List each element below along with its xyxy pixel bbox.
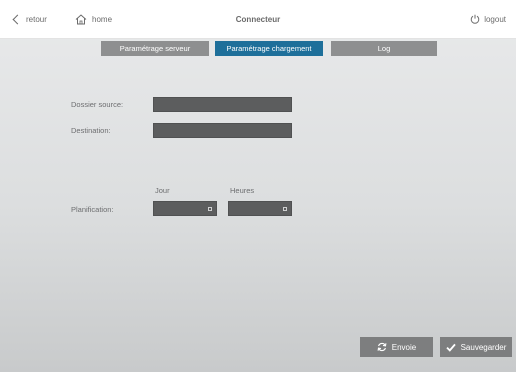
day-header: Jour (155, 186, 170, 195)
home-label: home (92, 14, 113, 24)
send-button[interactable]: Envoie (360, 337, 433, 357)
destination-input[interactable] (153, 123, 292, 138)
source-folder-input[interactable] (153, 97, 292, 112)
send-label: Envoie (391, 342, 417, 352)
tab-loading-settings[interactable]: Paramétrage chargement (215, 41, 323, 56)
destination-label: Destination: (71, 126, 111, 135)
check-icon (445, 343, 456, 352)
select-handle-icon (283, 207, 287, 211)
day-select[interactable] (153, 201, 217, 216)
back-label: retour (26, 14, 47, 24)
tab-log[interactable]: Log (331, 41, 437, 56)
connector-screen: retour home Connecteur logout Paramétrag… (0, 0, 516, 372)
select-handle-icon (208, 207, 212, 211)
planning-label: Planification: (71, 205, 114, 214)
home-button[interactable]: home (75, 0, 112, 38)
save-label: Sauvegarder (460, 342, 507, 352)
logout-label: logout (484, 14, 506, 24)
power-icon (470, 14, 480, 24)
hours-header: Heures (230, 186, 255, 195)
tab-server-settings[interactable]: Paramétrage serveur (101, 41, 209, 56)
back-button[interactable]: retour (12, 0, 47, 38)
hours-select[interactable] (228, 201, 292, 216)
top-bar: retour home Connecteur logout (0, 0, 516, 39)
refresh-icon (377, 342, 387, 352)
logout-button[interactable]: logout (470, 0, 506, 38)
home-icon (75, 13, 87, 24)
save-button[interactable]: Sauvegarder (440, 337, 512, 357)
source-folder-label: Dossier source: (71, 100, 124, 109)
chevron-left-icon (12, 14, 23, 24)
